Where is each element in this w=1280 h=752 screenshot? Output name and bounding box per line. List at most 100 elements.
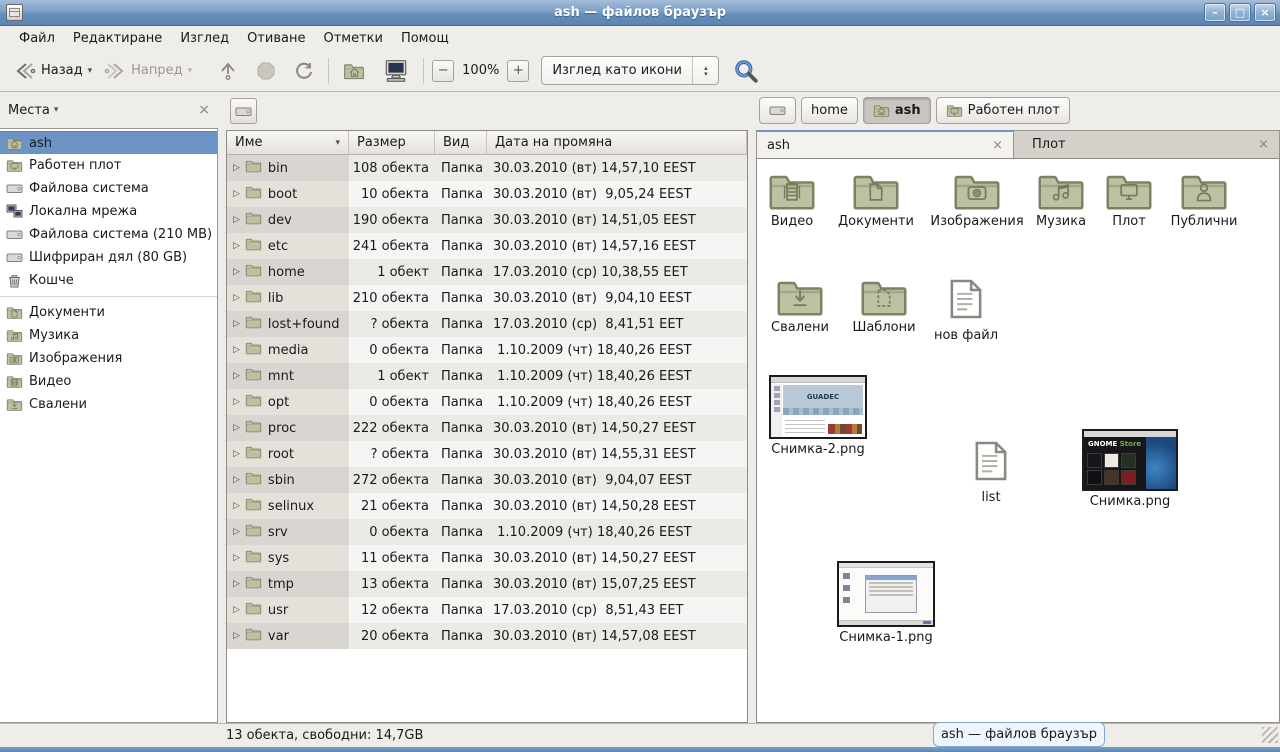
table-row[interactable]: ▷lost+found? обектаПапка17.03.2010 (ср) … bbox=[227, 311, 747, 337]
path-button[interactable] bbox=[759, 97, 796, 124]
tab-close-icon[interactable]: × bbox=[992, 138, 1003, 153]
menu-file[interactable]: Файл bbox=[10, 28, 64, 49]
table-row[interactable]: ▷bin108 обектаПапка30.03.2010 (вт) 14,57… bbox=[227, 155, 747, 181]
image-file-item[interactable]: GNOME StoreСнимка.png bbox=[1075, 429, 1185, 509]
expander-icon[interactable]: ▷ bbox=[233, 267, 240, 277]
computer-button[interactable] bbox=[377, 54, 415, 88]
close-button[interactable]: × bbox=[1254, 3, 1276, 22]
expander-icon[interactable]: ▷ bbox=[233, 579, 240, 589]
folder-item[interactable]: Документи bbox=[823, 171, 929, 229]
table-row[interactable]: ▷boot10 обектаПапка30.03.2010 (вт) 9,05,… bbox=[227, 181, 747, 207]
table-row[interactable]: ▷tmp13 обектаПапка30.03.2010 (вт) 15,07,… bbox=[227, 571, 747, 597]
column-header[interactable]: Име▾ bbox=[227, 131, 349, 155]
table-row[interactable]: ▷sbin272 обектаПапка30.03.2010 (вт) 9,04… bbox=[227, 467, 747, 493]
sidebar-mode-chevron-icon[interactable]: ▾ bbox=[54, 105, 59, 115]
maximize-button[interactable]: □ bbox=[1229, 3, 1251, 22]
folder-item[interactable]: Изображения bbox=[929, 171, 1025, 229]
folder-item[interactable]: Свалени bbox=[762, 277, 838, 335]
forward-button[interactable]: Напред ▾ bbox=[98, 56, 198, 86]
expander-icon[interactable]: ▷ bbox=[233, 527, 240, 537]
expander-icon[interactable]: ▷ bbox=[233, 241, 240, 251]
tab-ash[interactable]: ash× bbox=[756, 130, 1014, 158]
home-button[interactable] bbox=[337, 57, 371, 85]
column-header[interactable]: Размер bbox=[349, 131, 435, 155]
expander-icon[interactable]: ▷ bbox=[233, 423, 240, 433]
path-button[interactable]: home bbox=[801, 97, 858, 124]
expander-icon[interactable]: ▷ bbox=[233, 475, 240, 485]
image-file-item[interactable]: GUADECСнимка-2.png bbox=[765, 375, 871, 457]
place-item[interactable]: Файлова система (210 MB) bbox=[0, 223, 217, 246]
image-file-item[interactable]: Снимка-1.png bbox=[833, 561, 939, 645]
table-row[interactable]: ▷root? обектаПапка30.03.2010 (вт) 14,55,… bbox=[227, 441, 747, 467]
place-item[interactable]: Документи bbox=[0, 301, 217, 324]
menu-go[interactable]: Отиване bbox=[238, 28, 314, 49]
pane-separator[interactable] bbox=[218, 92, 226, 723]
expander-icon[interactable]: ▷ bbox=[233, 605, 240, 615]
folder-item[interactable]: Публични bbox=[1159, 171, 1249, 229]
table-row[interactable]: ▷mnt1 обектПапка 1.10.2009 (чт) 18,40,26… bbox=[227, 363, 747, 389]
search-icon[interactable] bbox=[733, 58, 759, 84]
column-header[interactable]: Вид bbox=[435, 131, 487, 155]
pane-separator[interactable] bbox=[748, 92, 756, 723]
table-row[interactable]: ▷usr12 обектаПапка17.03.2010 (ср) 8,51,4… bbox=[227, 597, 747, 623]
title-bar[interactable]: ash — файлов браузър – □ × bbox=[0, 0, 1280, 26]
expander-icon[interactable]: ▷ bbox=[233, 553, 240, 563]
table-row[interactable]: ▷opt0 обектаПапка 1.10.2009 (чт) 18,40,2… bbox=[227, 389, 747, 415]
expander-icon[interactable]: ▷ bbox=[233, 293, 240, 303]
expander-icon[interactable]: ▷ bbox=[233, 215, 240, 225]
tab-Плот[interactable]: Плот× bbox=[1014, 130, 1280, 158]
expander-icon[interactable]: ▷ bbox=[233, 345, 240, 355]
table-row[interactable]: ▷etc241 обектаПапка30.03.2010 (вт) 14,57… bbox=[227, 233, 747, 259]
reload-button[interactable] bbox=[288, 56, 320, 86]
back-button[interactable]: Назад ▾ bbox=[8, 56, 98, 86]
path-button[interactable]: Работен плот bbox=[936, 97, 1070, 124]
place-item[interactable]: ash bbox=[0, 131, 217, 154]
table-row[interactable]: ▷dev190 обектаПапка30.03.2010 (вт) 14,51… bbox=[227, 207, 747, 233]
menu-bookmarks[interactable]: Отметки bbox=[314, 28, 391, 49]
place-item[interactable]: Свалени bbox=[0, 393, 217, 416]
folder-item[interactable]: Видео bbox=[761, 171, 823, 229]
table-row[interactable]: ▷media0 обектаПапка 1.10.2009 (чт) 18,40… bbox=[227, 337, 747, 363]
table-row[interactable]: ▷selinux21 обектаПапка30.03.2010 (вт) 14… bbox=[227, 493, 747, 519]
zoom-out-button[interactable]: − bbox=[432, 60, 454, 82]
place-item[interactable]: Видео bbox=[0, 370, 217, 393]
minimize-button[interactable]: – bbox=[1204, 3, 1226, 22]
expander-icon[interactable]: ▷ bbox=[233, 163, 240, 173]
expander-icon[interactable]: ▷ bbox=[233, 189, 240, 199]
expander-icon[interactable]: ▷ bbox=[233, 501, 240, 511]
zoom-in-button[interactable]: + bbox=[507, 60, 529, 82]
expander-icon[interactable]: ▷ bbox=[233, 371, 240, 381]
expander-icon[interactable]: ▷ bbox=[233, 449, 240, 459]
menu-help[interactable]: Помощ bbox=[392, 28, 458, 49]
place-item[interactable]: Шифриран дял (80 GB) bbox=[0, 246, 217, 269]
table-row[interactable]: ▷lib210 обектаПапка30.03.2010 (вт) 9,04,… bbox=[227, 285, 747, 311]
path-button[interactable]: ash bbox=[863, 97, 931, 124]
file-item[interactable]: нов файл bbox=[928, 277, 1004, 343]
sidebar-close-icon[interactable]: × bbox=[198, 102, 210, 118]
place-item[interactable]: Работен плот bbox=[0, 154, 217, 177]
up-button[interactable] bbox=[212, 56, 244, 86]
folder-item[interactable]: Музика bbox=[1025, 171, 1097, 229]
table-row[interactable]: ▷var20 обектаПапка30.03.2010 (вт) 14,57,… bbox=[227, 623, 747, 649]
resize-grip[interactable] bbox=[1262, 727, 1278, 743]
folder-item[interactable]: Плот bbox=[1099, 171, 1159, 229]
menu-edit[interactable]: Редактиране bbox=[64, 28, 171, 49]
place-item[interactable]: Локална мрежа bbox=[0, 200, 217, 223]
place-item[interactable]: Изображения bbox=[0, 347, 217, 370]
table-row[interactable]: ▷sys11 обектаПапка30.03.2010 (вт) 14,50,… bbox=[227, 545, 747, 571]
tab-close-icon[interactable]: × bbox=[1258, 137, 1269, 152]
expander-icon[interactable]: ▷ bbox=[233, 631, 240, 641]
place-item[interactable]: Музика bbox=[0, 324, 217, 347]
tree-root-button[interactable] bbox=[230, 98, 257, 124]
menu-view[interactable]: Изглед bbox=[171, 28, 238, 49]
column-header[interactable]: Дата на промяна bbox=[487, 131, 747, 155]
expander-icon[interactable]: ▷ bbox=[233, 319, 240, 329]
place-item[interactable]: Файлова система bbox=[0, 177, 217, 200]
view-mode-select[interactable]: Изглед като икони ▴▾ bbox=[541, 56, 719, 85]
file-item[interactable]: list bbox=[953, 439, 1029, 505]
place-item[interactable]: Кошче bbox=[0, 269, 217, 292]
back-history-chevron-icon[interactable]: ▾ bbox=[88, 66, 93, 76]
expander-icon[interactable]: ▷ bbox=[233, 397, 240, 407]
table-row[interactable]: ▷proc222 обектаПапка30.03.2010 (вт) 14,5… bbox=[227, 415, 747, 441]
table-row[interactable]: ▷srv0 обектаПапка 1.10.2009 (чт) 18,40,2… bbox=[227, 519, 747, 545]
